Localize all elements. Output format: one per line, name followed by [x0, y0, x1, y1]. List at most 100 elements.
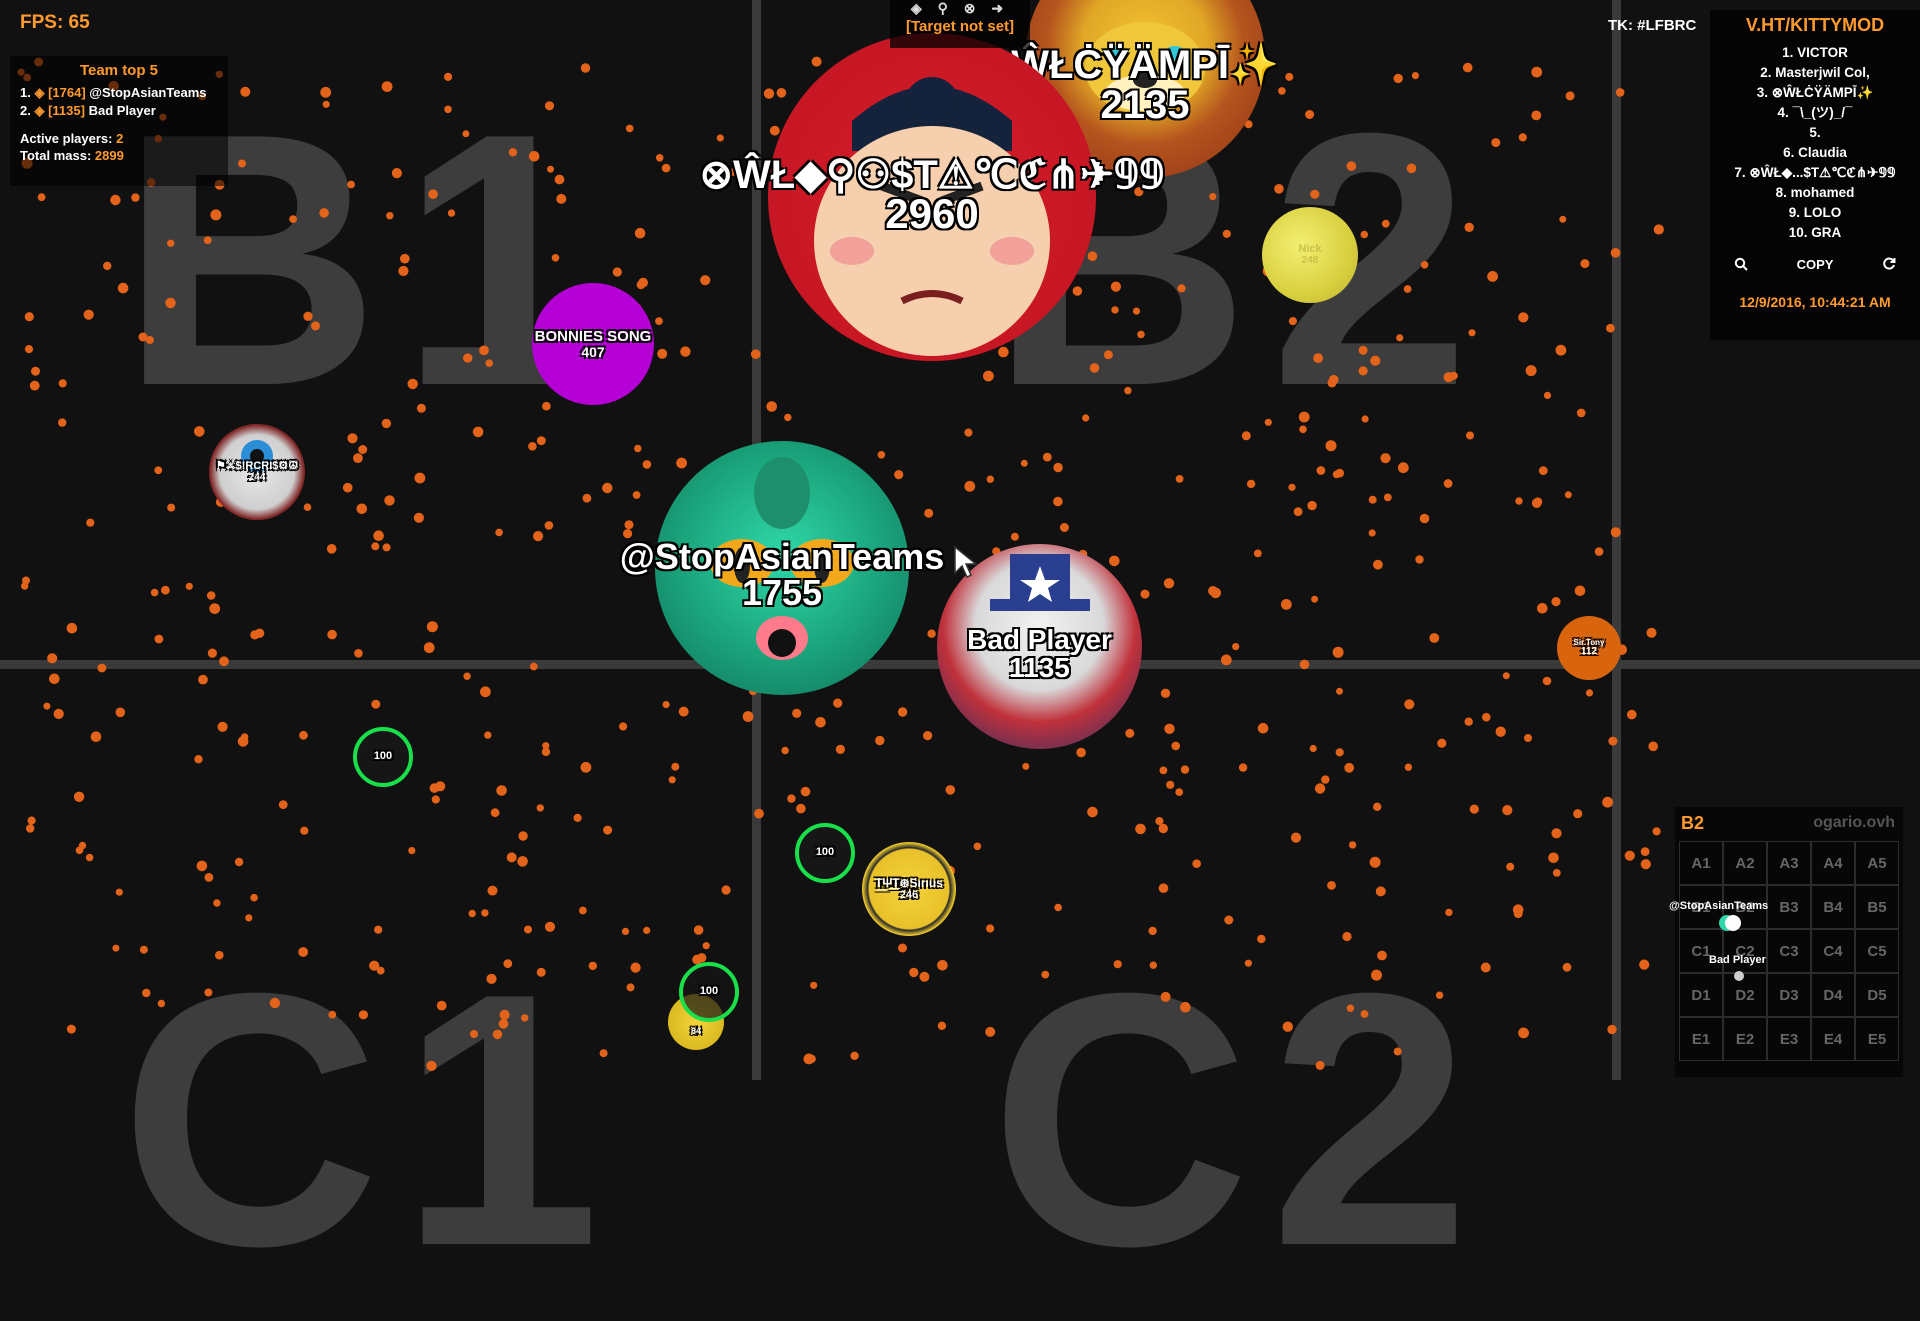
search-icon[interactable] [1734, 257, 1748, 271]
food-pellet [815, 717, 826, 728]
food-pellet [1305, 110, 1315, 119]
cell-sirius: T͟Ψ͟T⊛Sırıus 246 [862, 842, 956, 936]
food-pellet [1551, 597, 1561, 607]
virus-mass: 100 [699, 985, 719, 998]
food-pellet [241, 733, 249, 741]
food-pellet [1491, 138, 1501, 148]
food-pellet [66, 622, 78, 634]
food-pellet [1518, 133, 1527, 142]
minimap-cell: D3 [1767, 973, 1811, 1017]
minimap-cell: A5 [1855, 841, 1899, 885]
food-pellet [213, 899, 221, 907]
food-pellet [517, 856, 528, 867]
team-key: TK: #LFBRC [1608, 17, 1697, 34]
food-pellet [784, 413, 792, 422]
food-pellet [103, 261, 112, 271]
food-pellet [1445, 908, 1453, 917]
minimap[interactable]: B2 ogario.ovh A1 A2 A3 A4 A5 B1 B2 B3 B4 B5 C1 C2 C3… [1669, 807, 1903, 1077]
food-pellet [217, 721, 228, 732]
food-pellet [1180, 765, 1190, 774]
food-pellet [612, 267, 622, 277]
target-icons[interactable]: ◈ ⚲ ⊗ ➜ [890, 0, 1030, 18]
game-field[interactable]: B1 B2 C1 C2 BONNIES SONG 407 Nick 248 ⚑⚔… [0, 0, 1920, 1300]
food-pellet [810, 981, 818, 989]
food-pellet [556, 193, 567, 204]
food-pellet [769, 125, 780, 136]
food-pellet [1076, 747, 1086, 758]
food-pellet [29, 380, 40, 391]
food-pellet [1103, 350, 1113, 360]
food-pellet [625, 124, 634, 133]
food-pellet [376, 966, 385, 975]
copy-button[interactable]: COPY [1797, 257, 1834, 272]
food-pellet [142, 988, 151, 998]
food-pellet [90, 731, 102, 742]
food-pellet [207, 648, 217, 658]
food-pellet [1606, 323, 1615, 333]
food-pellet [210, 209, 222, 221]
food-pellet [1397, 462, 1409, 474]
food-pellet [580, 761, 592, 773]
food-pellet [381, 418, 392, 429]
food-pellet [1332, 470, 1341, 479]
cell-nick: Nick 248 [1262, 207, 1358, 303]
food-pellet [1311, 595, 1319, 603]
food-pellet [499, 1009, 510, 1020]
food-pellet [1087, 806, 1098, 818]
food-pellet [1377, 950, 1387, 961]
cell-mass: 2135 [1100, 83, 1190, 127]
food-pellet [927, 629, 936, 638]
food-pellet [1360, 230, 1369, 239]
minimap-player-dot [1725, 915, 1741, 931]
food-pellet [303, 311, 313, 321]
team-panel: Team top 5 1. ◈ [1764] @StopAsianTeams 2… [10, 56, 228, 186]
food-pellet [1246, 479, 1256, 489]
food-pellet [85, 853, 94, 862]
food-pellet [634, 227, 646, 239]
food-pellet [83, 309, 94, 320]
food-pellet [1072, 286, 1083, 296]
food-pellet [386, 212, 394, 220]
food-pellet [1538, 466, 1548, 476]
food-pellet [198, 674, 208, 685]
minimap-cell: C2 [1723, 929, 1767, 973]
food-pellet [484, 731, 492, 739]
food-pellet [643, 926, 651, 935]
cell-sircris: ⚑⚔$!RCRI$⚙☮ 244 [209, 424, 305, 520]
food-pellet [373, 530, 384, 541]
team-badge-icon: ◈ [34, 103, 45, 118]
food-pellet [1469, 804, 1479, 814]
food-pellet [53, 708, 64, 720]
food-pellet [662, 701, 670, 709]
food-pellet [1513, 909, 1523, 919]
food-pellet [490, 808, 500, 818]
food-pellet [1278, 87, 1286, 95]
target-box[interactable]: ◈ ⚲ ⊗ ➜ [Target not set] [890, 0, 1030, 48]
food-pellet [154, 634, 164, 644]
food-pellet [551, 253, 560, 262]
food-pellet [131, 193, 140, 202]
minimap-cell: A1 [1679, 841, 1723, 885]
minimap-cell: E3 [1767, 1017, 1811, 1061]
food-pellet [1135, 823, 1146, 835]
food-pellet [498, 1018, 509, 1029]
food-pellet [1313, 353, 1323, 363]
leaderboard-entry: 4. ¯\_(ツ)_/¯ [1777, 105, 1853, 120]
food-pellet [398, 265, 409, 277]
food-pellet [875, 735, 885, 746]
food-pellet [1653, 224, 1664, 235]
food-pellet [923, 731, 933, 741]
food-pellet [763, 88, 775, 99]
food-pellet [1132, 307, 1141, 315]
food-pellet [624, 520, 634, 530]
food-pellet [27, 816, 36, 825]
food-pellet [1411, 72, 1419, 80]
food-pellet [1192, 859, 1201, 868]
total-mass-label: Total mass: [20, 148, 92, 163]
player-cell[interactable]: @StopAsianTeams 1755 [620, 441, 944, 695]
food-pellet [1608, 736, 1618, 746]
food-pellet [431, 795, 440, 804]
food-pellet [1375, 886, 1386, 897]
food-pellet [796, 803, 806, 814]
refresh-icon[interactable] [1882, 257, 1896, 271]
